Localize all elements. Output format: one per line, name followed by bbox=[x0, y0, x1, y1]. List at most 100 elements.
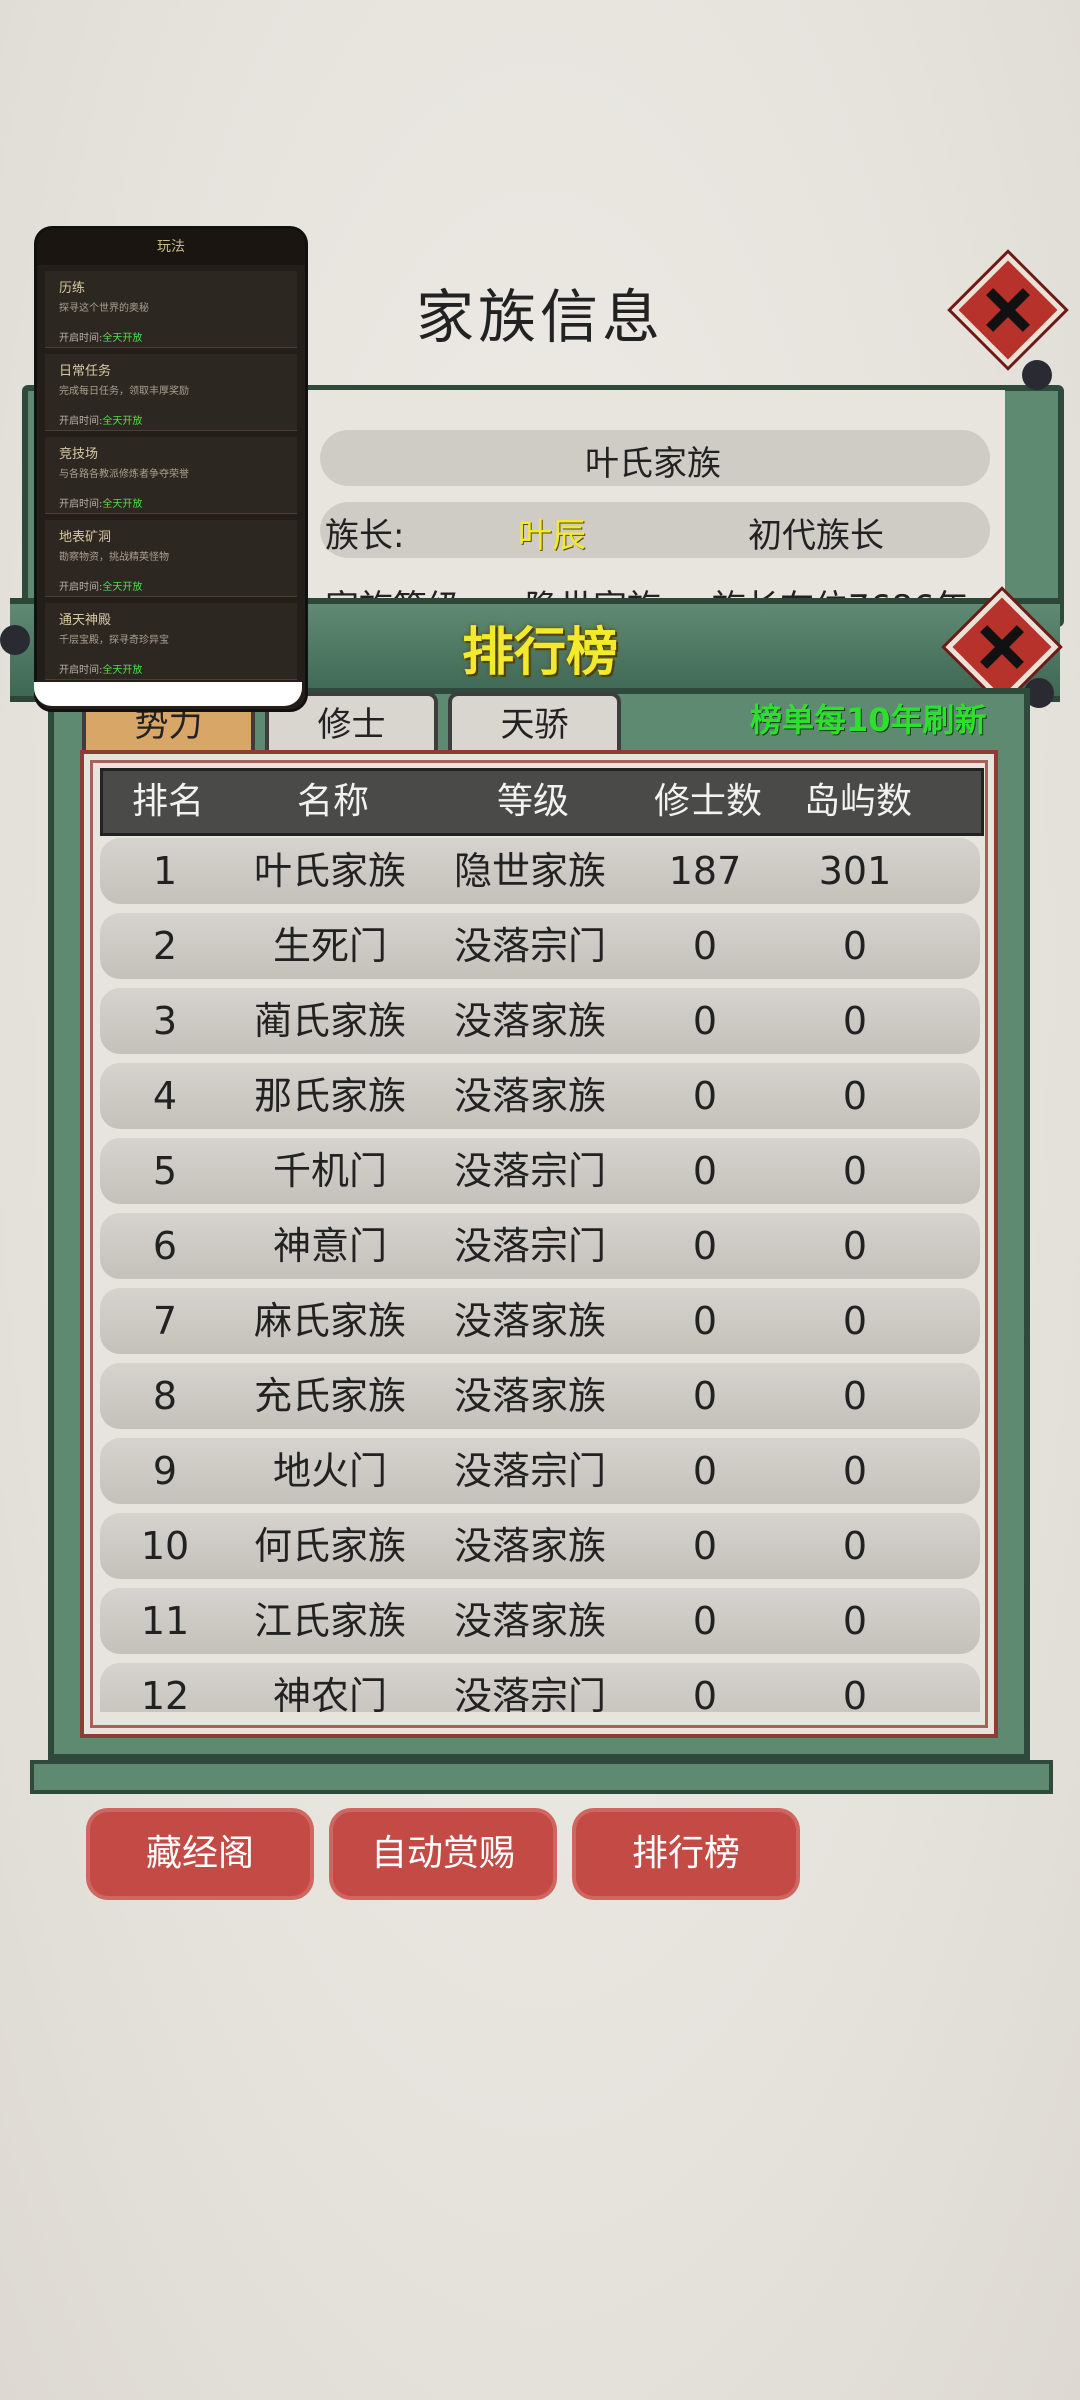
open-value: 全天开放 bbox=[102, 416, 143, 427]
row-islands: 0 bbox=[842, 1374, 868, 1418]
row-name: 神农门 bbox=[272, 1674, 387, 1712]
row-level: 没落宗门 bbox=[453, 1149, 606, 1193]
overlay-item-desc: 千层宝殿，探寻奇珍异宝 bbox=[59, 635, 169, 646]
table-row[interactable]: 6 神意门 没落宗门 0 0 bbox=[100, 1213, 980, 1279]
ranking-table-body[interactable]: 1 叶氏家族 隐世家族 187 301 2 生死门 没落宗门 0 0 3 蔺氏家族 没落家族 0 0 4 那氏家… bbox=[100, 838, 980, 1712]
row-islands: 0 bbox=[842, 1449, 868, 1493]
family-leader-row bbox=[320, 502, 990, 558]
table-row[interactable]: 8 充氏家族 没落家族 0 0 bbox=[100, 1363, 980, 1429]
row-level: 没落家族 bbox=[453, 1074, 606, 1118]
overlay-header: 玩法 bbox=[37, 229, 305, 265]
table-row[interactable]: 11 江氏家族 没落家族 0 0 bbox=[100, 1588, 980, 1654]
row-name: 那氏家族 bbox=[253, 1074, 406, 1118]
row-level: 没落宗门 bbox=[453, 1224, 606, 1268]
ranking-table-header: 排名 名称 等级 修士数 岛屿数 bbox=[100, 768, 984, 836]
open-label: 开启时间: bbox=[59, 333, 103, 344]
row-level: 没落家族 bbox=[453, 1599, 606, 1643]
overlay-item-open: 开启时间:全天开放 bbox=[59, 412, 142, 427]
overlay-item-title: 历练 bbox=[59, 281, 86, 296]
row-level: 隐世家族 bbox=[453, 849, 606, 893]
table-row[interactable]: 12 神农门 没落宗门 0 0 bbox=[100, 1663, 980, 1712]
auto-reward-button[interactable]: 自动赏赐 bbox=[333, 1812, 553, 1896]
tab-prodigy[interactable]: 天骄 bbox=[448, 692, 621, 754]
row-cultivators: 0 bbox=[692, 1524, 718, 1568]
col-name: 名称 bbox=[296, 781, 369, 822]
row-rank: 4 bbox=[152, 1074, 178, 1118]
open-label: 开启时间: bbox=[59, 665, 103, 676]
row-rank: 10 bbox=[140, 1524, 190, 1568]
row-cultivators: 0 bbox=[692, 1674, 718, 1712]
row-islands: 0 bbox=[842, 924, 868, 968]
col-cultivators: 修士数 bbox=[653, 781, 762, 822]
row-cultivators: 0 bbox=[692, 1599, 718, 1643]
row-level: 没落宗门 bbox=[453, 1449, 606, 1493]
row-name: 蔺氏家族 bbox=[253, 999, 406, 1043]
table-row[interactable]: 7 麻氏家族 没落家族 0 0 bbox=[100, 1288, 980, 1354]
row-rank: 5 bbox=[152, 1149, 178, 1193]
table-row[interactable]: 9 地火门 没落宗门 0 0 bbox=[100, 1438, 980, 1504]
row-cultivators: 0 bbox=[692, 924, 718, 968]
row-level: 没落宗门 bbox=[453, 1674, 606, 1712]
row-cultivators: 187 bbox=[668, 849, 742, 893]
family-info-panel bbox=[295, 390, 1005, 610]
row-islands: 0 bbox=[842, 1224, 868, 1268]
overlay-list-item[interactable]: 日常任务完成每日任务，领取丰厚奖励开启时间:全天开放 bbox=[45, 354, 297, 431]
row-cultivators: 0 bbox=[692, 1449, 718, 1493]
table-row[interactable]: 10 何氏家族 没落家族 0 0 bbox=[100, 1513, 980, 1579]
row-name: 生死门 bbox=[272, 924, 387, 968]
overlay-item-open: 开启时间:全天开放 bbox=[59, 329, 142, 344]
table-row[interactable]: 2 生死门 没落宗门 0 0 bbox=[100, 913, 980, 979]
table-row[interactable]: 3 蔺氏家族 没落家族 0 0 bbox=[100, 988, 980, 1054]
row-cultivators: 0 bbox=[692, 1149, 718, 1193]
overlay-item-desc: 勘察物资，挑战精英怪物 bbox=[59, 552, 169, 563]
row-cultivators: 0 bbox=[692, 1074, 718, 1118]
table-row[interactable]: 1 叶氏家族 隐世家族 187 301 bbox=[100, 838, 980, 904]
overlay-list-item[interactable]: 竞技场与各路各教派修炼者争夺荣誉 开启时间:全天开放 bbox=[45, 437, 297, 514]
row-rank: 8 bbox=[152, 1374, 178, 1418]
row-islands: 0 bbox=[842, 1674, 868, 1712]
overlay-item-desc: 与各路各教派修炼者争夺荣誉 bbox=[59, 469, 189, 480]
refresh-note: 榜单每10年刷新 bbox=[750, 701, 987, 739]
col-level: 等级 bbox=[496, 781, 569, 822]
overlay-list-item[interactable]: 通天神殿 千层宝殿，探寻奇珍异宝 开启时间:全天开放 bbox=[45, 603, 297, 680]
row-rank: 7 bbox=[152, 1299, 178, 1343]
leader-title: 初代族长 bbox=[748, 516, 884, 556]
row-rank: 12 bbox=[140, 1674, 190, 1712]
row-islands: 0 bbox=[842, 1299, 868, 1343]
row-islands: 0 bbox=[842, 1599, 868, 1643]
row-rank: 1 bbox=[152, 849, 178, 893]
row-islands: 0 bbox=[842, 1524, 868, 1568]
col-rank: 排名 bbox=[131, 781, 204, 822]
overlay-item-title: 竞技场 bbox=[59, 447, 99, 462]
row-rank: 6 bbox=[152, 1224, 178, 1268]
leader-name: 叶辰 bbox=[518, 516, 586, 556]
row-level: 没落家族 bbox=[453, 1524, 606, 1568]
library-button[interactable]: 藏经阁 bbox=[90, 1812, 310, 1896]
table-row[interactable]: 4 那氏家族 没落家族 0 0 bbox=[100, 1063, 980, 1129]
row-cultivators: 0 bbox=[692, 1224, 718, 1268]
row-rank: 3 bbox=[152, 999, 178, 1043]
col-islands: 岛屿数 bbox=[803, 781, 912, 822]
open-label: 开启时间: bbox=[59, 499, 103, 510]
row-rank: 11 bbox=[140, 1599, 190, 1643]
row-rank: 2 bbox=[152, 924, 178, 968]
overlay-item-title: 地表矿洞 bbox=[59, 530, 112, 545]
row-cultivators: 0 bbox=[692, 1374, 718, 1418]
leaderboard-button[interactable]: 排行榜 bbox=[576, 1812, 796, 1896]
row-islands: 0 bbox=[842, 1149, 868, 1193]
row-level: 没落宗门 bbox=[453, 924, 606, 968]
row-name: 神意门 bbox=[272, 1224, 387, 1268]
gameplay-overlay-card[interactable]: 玩法 历练 探寻这个世界的奥秘 开启时间:全天开放日常任务完成每日任务，领取丰厚奖励… bbox=[34, 226, 308, 712]
ranking-scroll-bottom bbox=[30, 1760, 1053, 1794]
overlay-list-item[interactable]: 历练 探寻这个世界的奥秘 开启时间:全天开放 bbox=[45, 271, 297, 348]
overlay-item-title: 日常任务 bbox=[59, 364, 112, 379]
overlay-item-desc: 完成每日任务，领取丰厚奖励 bbox=[59, 386, 189, 397]
overlay-item-open: 开启时间:全天开放 bbox=[59, 578, 142, 593]
open-value: 全天开放 bbox=[102, 333, 143, 344]
row-name: 千机门 bbox=[272, 1149, 387, 1193]
table-row[interactable]: 5 千机门 没落宗门 0 0 bbox=[100, 1138, 980, 1204]
overlay-list-item[interactable]: 地表矿洞勘察物资，挑战精英怪物开启时间:全天开放 bbox=[45, 520, 297, 597]
row-level: 没落家族 bbox=[453, 999, 606, 1043]
row-name: 何氏家族 bbox=[253, 1524, 406, 1568]
open-value: 全天开放 bbox=[102, 499, 143, 510]
